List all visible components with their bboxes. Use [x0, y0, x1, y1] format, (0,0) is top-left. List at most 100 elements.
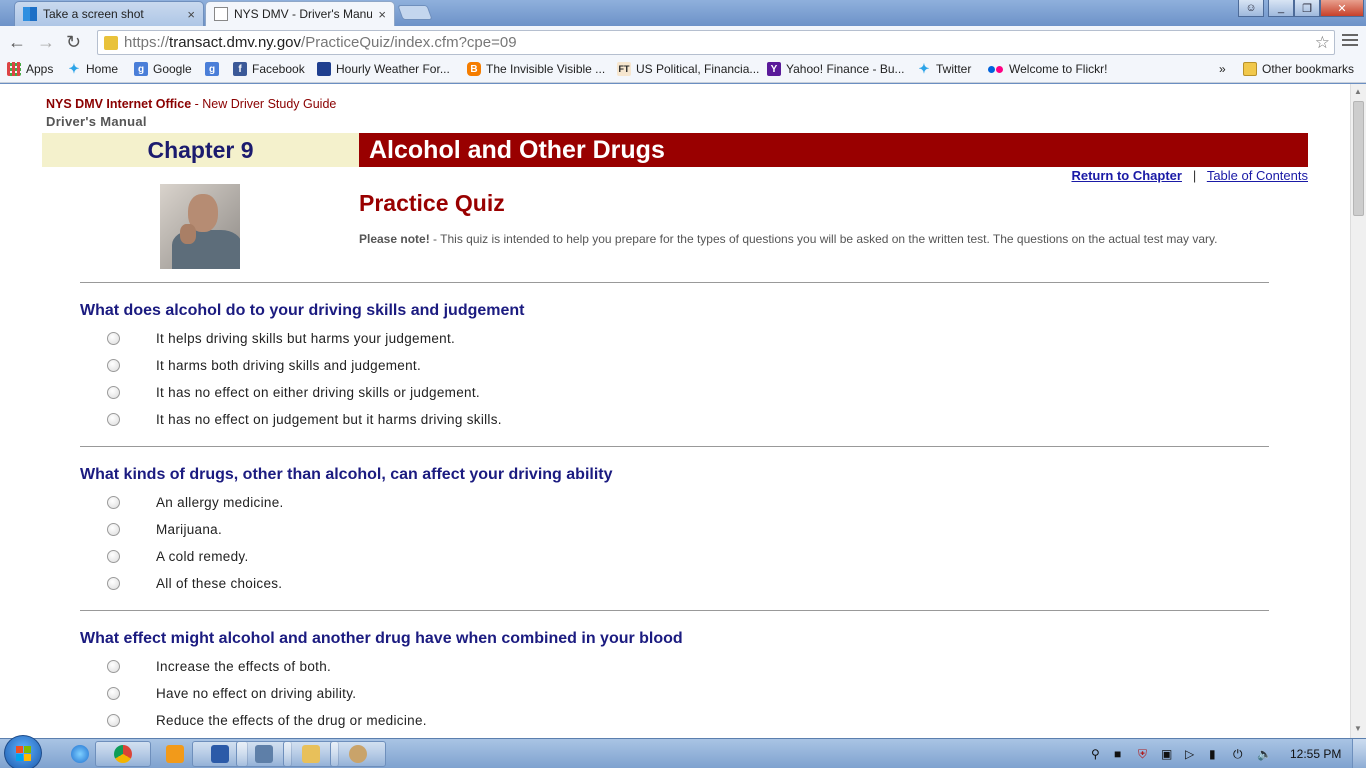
restore-button[interactable]: ❐	[1294, 0, 1320, 17]
paint-icon	[349, 745, 367, 763]
power-icon[interactable]: ⏻	[1233, 747, 1243, 762]
question-3-option-1[interactable]: Increase the effects of both.	[107, 659, 331, 674]
url-host: transact.dmv.ny.gov	[169, 34, 302, 51]
google-icon: g	[205, 62, 219, 76]
start-button[interactable]	[4, 735, 42, 768]
bookmark-google-2[interactable]: g	[205, 62, 224, 76]
chrome-icon	[114, 745, 132, 763]
paint-taskbar-button[interactable]	[330, 741, 386, 767]
bookmark-label: Other bookmarks	[1262, 62, 1355, 76]
option-label: It harms both driving skills and judgeme…	[156, 358, 422, 373]
quiz-note: Please note! - This quiz is intended to …	[359, 232, 1309, 247]
option-label: It has no effect on either driving skill…	[156, 385, 480, 400]
option-label: An allergy medicine.	[156, 495, 284, 510]
remote-desktop-icon	[255, 745, 273, 763]
ft-icon: FT	[617, 62, 631, 76]
option-label: All of these choices.	[156, 576, 283, 591]
bookmark-label: Home	[86, 62, 119, 76]
radio-button[interactable]	[107, 386, 120, 399]
url-path: /PracticeQuiz/index.cfm?cpe=09	[301, 34, 517, 51]
question-3-option-2[interactable]: Have no effect on driving ability.	[107, 686, 356, 701]
bookmark-star-icon[interactable]: ☆	[1315, 33, 1330, 53]
bookmark-ft[interactable]: FT US Political, Financia...	[617, 62, 759, 76]
question-3-option-3[interactable]: Reduce the effects of the drug or medici…	[107, 713, 427, 728]
question-1-option-4[interactable]: It has no effect on judgement but it har…	[107, 412, 502, 427]
bookmark-label: Facebook	[252, 62, 305, 76]
radio-button[interactable]	[107, 332, 120, 345]
question-2-option-1[interactable]: An allergy medicine.	[107, 495, 284, 510]
divider	[80, 610, 1269, 611]
scroll-down-arrow-icon[interactable]: ▼	[1354, 724, 1362, 733]
scroll-up-arrow-icon[interactable]: ▲	[1354, 87, 1362, 96]
url-scheme: https://	[124, 34, 170, 51]
bookmark-label: US Political, Financia...	[636, 62, 760, 76]
signal-icon[interactable]: ▮	[1209, 747, 1216, 761]
return-to-chapter-link[interactable]: Return to Chapter	[1071, 168, 1182, 183]
option-label: A cold remedy.	[156, 549, 249, 564]
monitor-icon[interactable]: ■	[1114, 747, 1121, 761]
bookmark-label: Twitter	[936, 62, 972, 76]
show-desktop-button[interactable]	[1352, 739, 1366, 768]
note-label: Please note!	[359, 232, 430, 246]
page-icon	[214, 7, 228, 21]
bookmarks-bar: Apps ✦ Home g Google g f Facebook Hourly…	[0, 58, 1366, 83]
lock-icon	[104, 35, 118, 50]
other-bookmarks-button[interactable]: Other bookmarks	[1243, 62, 1354, 76]
radio-button[interactable]	[107, 496, 120, 509]
study-guide-title: New Driver Study Guide	[202, 97, 337, 111]
bookmark-google[interactable]: g Google	[134, 62, 192, 76]
question-1-option-1[interactable]: It helps driving skills but harms your j…	[107, 331, 455, 346]
system-clock[interactable]: 12:55 PM	[1290, 747, 1341, 761]
shield-icon[interactable]: ⛨	[1138, 747, 1147, 762]
volume-icon[interactable]: 🔈	[1257, 747, 1272, 761]
radio-button[interactable]	[107, 359, 120, 372]
tab-title: Take a screen shot	[43, 7, 144, 21]
bookmark-facebook[interactable]: f Facebook	[233, 62, 305, 76]
scrollbar-thumb[interactable]	[1353, 101, 1364, 216]
link-divider: |	[1192, 168, 1197, 183]
menu-icon[interactable]	[1342, 34, 1358, 49]
windows-taskbar: ⚲ ■ ⛨ ▣ ▷ ▮ ⏻ 🔈 12:55 PM	[0, 735, 1366, 768]
vertical-scrollbar[interactable]: ▲ ▼	[1350, 84, 1366, 738]
new-tab-button[interactable]	[397, 5, 433, 20]
minimize-button[interactable]: _	[1268, 0, 1294, 17]
bookmark-apps[interactable]: Apps	[7, 62, 53, 76]
bookmark-yahoo-finance[interactable]: Y Yahoo! Finance - Bu...	[767, 62, 905, 76]
table-of-contents-link[interactable]: Table of Contents	[1207, 168, 1308, 183]
back-arrow-icon[interactable]: ←	[8, 32, 26, 53]
close-icon[interactable]: ×	[187, 7, 195, 22]
update-icon[interactable]: ▣	[1161, 747, 1172, 761]
question-2-option-3[interactable]: A cold remedy.	[107, 549, 249, 564]
forward-arrow-icon[interactable]: →	[37, 32, 55, 53]
question-1-option-2[interactable]: It harms both driving skills and judgeme…	[107, 358, 421, 373]
bookmark-invisible-visible[interactable]: B The Invisible Visible ...	[467, 62, 605, 76]
reload-icon[interactable]: ↻	[66, 32, 81, 53]
bookmark-label: The Invisible Visible ...	[486, 62, 606, 76]
bookmarks-overflow-button[interactable]: »	[1219, 62, 1226, 76]
radio-button[interactable]	[107, 523, 120, 536]
radio-button[interactable]	[107, 660, 120, 673]
close-icon[interactable]: ×	[378, 7, 386, 22]
media-icon[interactable]: ▷	[1185, 747, 1194, 761]
question-2-option-4[interactable]: All of these choices.	[107, 576, 282, 591]
option-label: Reduce the effects of the drug or medici…	[156, 713, 427, 728]
network-icon[interactable]: ⚲	[1091, 747, 1100, 761]
radio-button[interactable]	[107, 550, 120, 563]
question-1-option-3[interactable]: It has no effect on either driving skill…	[107, 385, 480, 400]
bookmark-flickr[interactable]: Welcome to Flickr!	[986, 62, 1107, 76]
tab-take-screenshot[interactable]: Take a screen shot ×	[14, 1, 204, 26]
bookmark-twitter[interactable]: ✦ Twitter	[917, 61, 972, 76]
user-icon[interactable]: ☺	[1238, 0, 1264, 17]
radio-button[interactable]	[107, 687, 120, 700]
chrome-taskbar-button[interactable]	[95, 741, 151, 767]
bookmark-weather[interactable]: Hourly Weather For...	[317, 62, 450, 76]
bookmark-home[interactable]: ✦ Home	[67, 61, 119, 76]
radio-button[interactable]	[107, 577, 120, 590]
tab-nys-dmv[interactable]: NYS DMV - Driver's Manu ×	[205, 1, 395, 26]
question-2-option-2[interactable]: Marijuana.	[107, 522, 222, 537]
close-window-button[interactable]: ✕	[1320, 0, 1364, 17]
address-bar[interactable]: https://transact.dmv.ny.gov/PracticeQuiz…	[97, 30, 1335, 55]
browser-toolbar: ← → ↻ https://transact.dmv.ny.gov/Practi…	[0, 26, 1366, 58]
radio-button[interactable]	[107, 413, 120, 426]
radio-button[interactable]	[107, 714, 120, 727]
